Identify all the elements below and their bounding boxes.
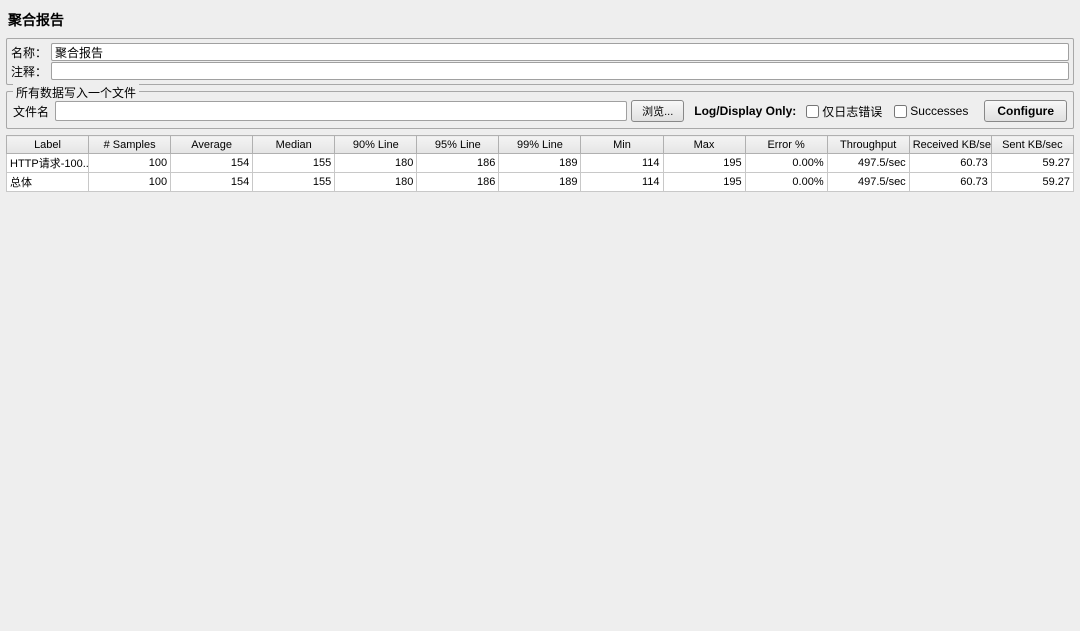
col-max[interactable]: Max [663,136,745,154]
cell-error: 0.00% [745,154,827,173]
col-throughput[interactable]: Throughput [827,136,909,154]
name-input[interactable] [51,43,1069,61]
file-row: 文件名 浏览... Log/Display Only: 仅日志错误 Succes… [13,100,1067,122]
comment-row: 注释： [11,62,1069,80]
cell-p90: 180 [335,173,417,192]
cell-sent: 59.27 [991,154,1073,173]
col-99line[interactable]: 99% Line [499,136,581,154]
cell-p95: 186 [417,173,499,192]
filename-label: 文件名 [13,103,49,120]
name-row: 名称： [11,43,1069,61]
file-group-legend: 所有数据写入一个文件 [13,84,139,101]
cell-average: 154 [171,173,253,192]
errors-only-checkbox-wrap[interactable]: 仅日志错误 [806,103,882,120]
col-sent[interactable]: Sent KB/sec [991,136,1073,154]
cell-sent: 59.27 [991,173,1073,192]
panel-title: 聚合报告 [6,6,1074,38]
cell-max: 195 [663,154,745,173]
successes-checkbox[interactable] [894,105,907,118]
cell-max: 195 [663,173,745,192]
aggregate-report-panel: 聚合报告 名称： 注释： 所有数据写入一个文件 文件名 浏览... Log/Di… [0,0,1080,631]
name-label: 名称： [11,44,51,61]
log-display-label: Log/Display Only: [694,104,796,118]
col-samples[interactable]: # Samples [89,136,171,154]
cell-throughput: 497.5/sec [827,154,909,173]
cell-p95: 186 [417,154,499,173]
cell-p99: 189 [499,154,581,173]
comment-label: 注释： [11,63,51,80]
col-median[interactable]: Median [253,136,335,154]
col-label[interactable]: Label [7,136,89,154]
cell-min: 114 [581,154,663,173]
col-average[interactable]: Average [171,136,253,154]
cell-error: 0.00% [745,173,827,192]
errors-only-checkbox[interactable] [806,105,819,118]
successes-label: Successes [910,104,968,118]
col-min[interactable]: Min [581,136,663,154]
cell-label: 总体 [7,173,89,192]
results-table-container[interactable]: Label # Samples Average Median 90% Line … [6,135,1074,625]
cell-median: 155 [253,154,335,173]
table-header-row: Label # Samples Average Median 90% Line … [7,136,1074,154]
successes-checkbox-wrap[interactable]: Successes [894,104,968,118]
browse-button[interactable]: 浏览... [631,100,684,122]
cell-received: 60.73 [909,173,991,192]
cell-p90: 180 [335,154,417,173]
errors-only-label: 仅日志错误 [822,103,882,120]
col-error[interactable]: Error % [745,136,827,154]
cell-p99: 189 [499,173,581,192]
configure-button[interactable]: Configure [984,100,1067,122]
results-table: Label # Samples Average Median 90% Line … [6,135,1074,192]
cell-samples: 100 [89,154,171,173]
comment-input[interactable] [51,62,1069,80]
cell-received: 60.73 [909,154,991,173]
file-output-group: 所有数据写入一个文件 文件名 浏览... Log/Display Only: 仅… [6,91,1074,129]
col-95line[interactable]: 95% Line [417,136,499,154]
cell-median: 155 [253,173,335,192]
cell-throughput: 497.5/sec [827,173,909,192]
cell-samples: 100 [89,173,171,192]
cell-average: 154 [171,154,253,173]
filename-input[interactable] [55,101,627,121]
cell-min: 114 [581,173,663,192]
table-row[interactable]: 总体 100 154 155 180 186 189 114 195 0.00%… [7,173,1074,192]
col-received[interactable]: Received KB/sec [909,136,991,154]
col-90line[interactable]: 90% Line [335,136,417,154]
cell-label: HTTP请求-100... [7,154,89,173]
name-comment-group: 名称： 注释： [6,38,1074,85]
table-row[interactable]: HTTP请求-100... 100 154 155 180 186 189 11… [7,154,1074,173]
